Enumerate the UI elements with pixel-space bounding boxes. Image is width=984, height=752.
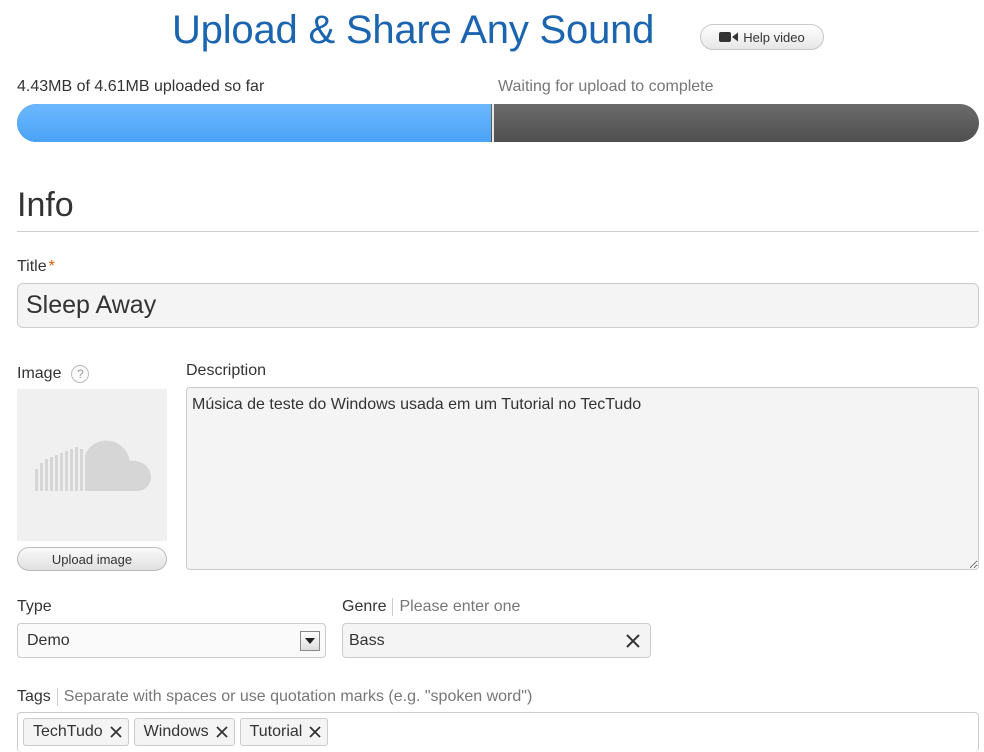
genre-value: Bass [349,631,385,649]
remove-tag-icon[interactable] [307,724,323,740]
image-label-text: Image [17,365,62,382]
help-video-button[interactable]: Help video [700,24,824,50]
upload-progress-bar [17,104,979,142]
upload-status-text: 4.43MB of 4.61MB uploaded so far [17,78,265,95]
info-divider [17,231,979,232]
image-label: Image ? [17,365,90,383]
upload-progress-fill [17,104,492,142]
tag-chip: Windows [133,718,235,746]
genre-hint: Please enter one [399,598,521,615]
label-separator [392,598,394,616]
info-heading: Info [17,186,74,224]
tags-label-text: Tags [17,688,51,705]
remove-tag-icon[interactable] [108,724,124,740]
genre-label: Genre Please enter one [342,598,520,616]
required-marker: * [48,258,55,275]
title-label: Title * [17,258,55,276]
genre-label-text: Genre [342,598,387,615]
genre-input[interactable]: Bass [342,623,651,658]
label-separator [56,688,58,706]
type-select[interactable]: Demo [17,623,326,658]
remove-tag-icon[interactable] [214,724,230,740]
chevron-down-icon[interactable] [300,631,320,651]
upload-waiting-text: Waiting for upload to complete [498,78,714,95]
type-label: Type [17,598,52,615]
tag-chip: Tutorial [239,718,329,746]
description-textarea[interactable]: Música de teste do Windows usada em um T… [186,387,979,570]
description-label: Description [186,362,267,379]
tag-label: Windows [143,723,209,740]
tag-chip: TechTudo [23,718,129,746]
tags-hint: Separate with spaces or use quotation ma… [63,688,533,705]
page-title: Upload & Share Any Sound [172,8,655,52]
help-question-icon[interactable]: ? [71,365,90,383]
clear-genre-icon[interactable] [622,630,644,657]
image-placeholder[interactable] [17,389,167,541]
help-video-label: Help video [743,29,805,45]
tags-label: Tags Separate with spaces or use quotati… [17,688,532,706]
type-selected-value: Demo [27,631,70,649]
title-input[interactable] [17,283,979,328]
soundcloud-cloud-icon [35,440,151,491]
tags-input[interactable]: TechTudo Windows Tutorial [17,712,979,752]
title-label-text: Title [17,258,47,275]
tag-label: Tutorial [249,723,303,740]
video-camera-icon [719,31,739,43]
upload-image-button[interactable]: Upload image [17,547,167,571]
upload-progress-marker [491,104,494,142]
tag-label: TechTudo [33,723,103,740]
